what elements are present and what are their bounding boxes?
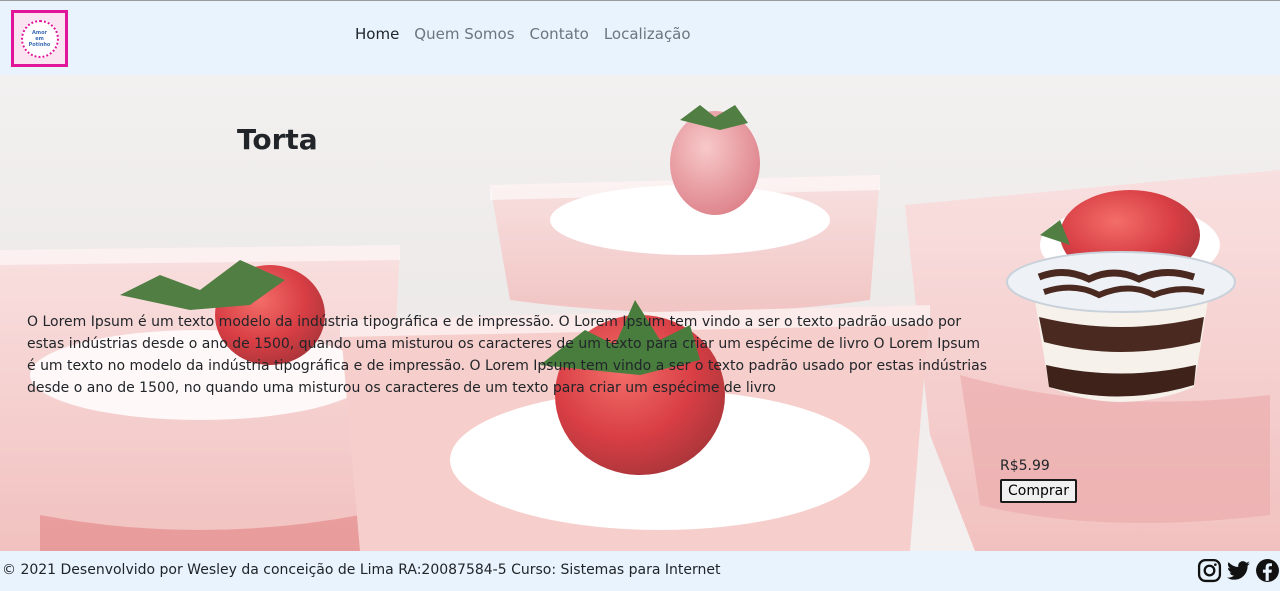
nav-link-localizacao[interactable]: Localização (604, 25, 691, 43)
social-links (1197, 558, 1280, 583)
footer-credits: © 2021 Desenvolvido por Wesley da concei… (2, 562, 721, 578)
nav-link-home[interactable]: Home (355, 25, 399, 43)
nav-link-quem-somos[interactable]: Quem Somos (414, 25, 514, 43)
hero-section: Torta O Lorem Ipsum é um texto modelo da… (0, 75, 1280, 551)
logo-text-line-3: Potinho (28, 41, 51, 48)
product-title: Torta (237, 123, 318, 156)
buy-button[interactable]: Comprar (1000, 479, 1077, 503)
instagram-icon[interactable] (1197, 558, 1222, 583)
nav-link-contato[interactable]: Contato (530, 25, 589, 43)
product-description: O Lorem Ipsum é um texto modelo da indús… (27, 314, 988, 396)
twitter-icon[interactable] (1226, 558, 1251, 583)
product-price: R$5.99 (1000, 458, 1050, 474)
navbar: Amor em Potinho Home Quem Somos Contato … (0, 0, 1280, 75)
nav-links: Home Quem Somos Contato Localização (355, 25, 691, 43)
logo-badge: Amor em Potinho (20, 19, 59, 58)
facebook-icon[interactable] (1255, 558, 1280, 583)
logo-inner: Amor em Potinho (14, 13, 65, 64)
footer: © 2021 Desenvolvido por Wesley da concei… (0, 551, 1280, 591)
brand-logo[interactable]: Amor em Potinho (11, 10, 68, 67)
product-image (1006, 251, 1236, 402)
